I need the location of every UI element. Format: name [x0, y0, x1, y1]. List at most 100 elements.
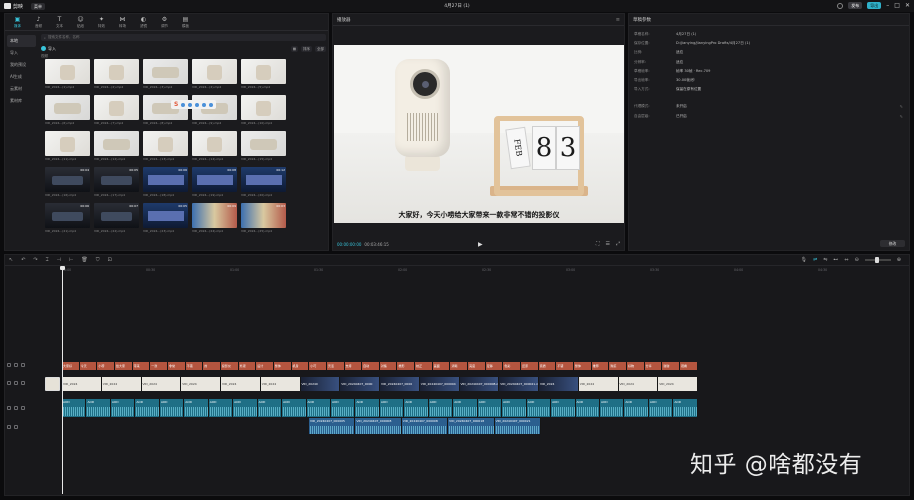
modify-button[interactable]: 修改	[880, 240, 905, 247]
subtitle-clip[interactable]: 音质	[538, 362, 557, 370]
media-item[interactable]: VID_2024...(13).mp4	[143, 131, 188, 164]
audio-clip[interactable]: AOD	[135, 399, 160, 417]
audio-clip[interactable]: AOD	[208, 399, 234, 417]
subtitle-clip[interactable]: 谢谢	[662, 362, 680, 370]
media-search-input[interactable]: ⌕ 搜索文件名称，名称	[41, 34, 326, 41]
tab-transition[interactable]: ⋈ 转场	[112, 14, 133, 30]
media-item[interactable]: VID_2024...(12).mp4	[94, 131, 139, 164]
audio-clip[interactable]: AOD	[379, 399, 405, 417]
audio-clip[interactable]: AOD	[502, 399, 527, 417]
subtitle-clip[interactable]: 给大家	[114, 362, 133, 370]
subtitle-clip[interactable]: 亮度	[468, 362, 486, 370]
edit-icon[interactable]: ✎	[900, 114, 903, 119]
export-button[interactable]: 导出	[867, 2, 882, 9]
sidebar-item[interactable]: 云素材	[5, 83, 38, 95]
crop-icon[interactable]: ⊡	[107, 257, 111, 263]
subtitle-clip[interactable]: 购买	[609, 362, 627, 370]
lock-icon[interactable]	[7, 363, 11, 367]
video-clip[interactable]: VID_20240	[300, 377, 341, 391]
delete-icon[interactable]: 🗑	[81, 257, 87, 263]
import-button[interactable]: 导入	[41, 46, 56, 52]
subtitle-clip[interactable]: 对焦	[379, 362, 398, 370]
microphone-icon[interactable]: 🎙	[801, 257, 807, 263]
subtitle-clip[interactable]: 不错	[185, 362, 204, 370]
audio-clip[interactable]: AOD	[257, 399, 283, 417]
tab-sticker[interactable]: ☺ 贴纸	[70, 14, 91, 30]
media-item[interactable]: VID_2024...(14).mp4	[192, 131, 237, 164]
subtitle-clip[interactable]: 投影仪	[220, 362, 239, 370]
help-icon[interactable]	[837, 2, 844, 9]
subtitle-clip[interactable]: 自动	[362, 362, 380, 370]
media-item[interactable]: VID_2024...(2).mp4	[94, 59, 139, 92]
audio-clip[interactable]: AOD	[86, 399, 111, 417]
subtitle-clip[interactable]: 设计	[256, 362, 274, 370]
more-menu-icon[interactable]: ≡	[616, 17, 620, 23]
audio-clip[interactable]: AOD	[624, 399, 649, 417]
video-clip[interactable]: VID_2024	[62, 377, 102, 391]
audio-clip[interactable]: AOD	[648, 399, 674, 417]
subtitle-clip[interactable]: 小唠	[97, 362, 115, 370]
media-item[interactable]: VID_2024...(15).mp4	[241, 131, 286, 164]
subtitle-clip[interactable]: 的	[203, 362, 221, 370]
audio-icon[interactable]	[21, 381, 25, 385]
video-clip[interactable]: VID_20240407_000004	[419, 377, 460, 391]
timeline-ruler[interactable]: 00:00 00:30 01:00 01:30 02:00 02:30 03:00 03:30…	[62, 267, 909, 275]
subtitle-clip[interactable]: 画面	[432, 362, 451, 370]
sidebar-item[interactable]: 我的预设	[5, 59, 38, 71]
audio-clip[interactable]: AOD	[233, 399, 258, 417]
subtitle-clip[interactable]: 灵活	[326, 362, 345, 370]
lock-icon[interactable]	[7, 406, 11, 410]
subtitle-clip[interactable]: 非常	[167, 362, 186, 370]
eye-icon[interactable]	[14, 381, 18, 385]
tab-filter[interactable]: ◐ 滤镜	[133, 14, 154, 30]
minimize-icon[interactable]: –	[886, 2, 889, 9]
video-clip[interactable]: VID_2024	[141, 377, 182, 391]
audio-clip[interactable]: AOD	[330, 399, 356, 417]
video-clip[interactable]: VID_2024	[181, 377, 221, 391]
lock-icon[interactable]	[7, 381, 11, 385]
eye-icon[interactable]	[14, 425, 18, 429]
video-clip[interactable]: VID_20240407_000008.mp4	[459, 377, 500, 391]
auto-snap-icon[interactable]: ⇋	[823, 257, 827, 263]
video-clip[interactable]: VID_20240407_0000	[380, 377, 420, 391]
media-item[interactable]: VID_2024...(3).mp4	[143, 59, 188, 92]
audio-clip[interactable]: VID_20240407_000018	[448, 418, 495, 434]
subtitle-clip[interactable]: 一款	[150, 362, 168, 370]
filter-button[interactable]: 全部	[315, 45, 326, 52]
sogou-input-toolbar[interactable]: S	[171, 100, 217, 109]
zoom-in-icon[interactable]: ⊕	[897, 257, 901, 263]
video-clip[interactable]: VID_2024	[101, 377, 142, 391]
sidebar-item[interactable]: AI生成	[5, 71, 38, 83]
subtitle-clip[interactable]: 好物	[627, 362, 645, 370]
split-left-icon[interactable]: ⊣	[57, 257, 61, 263]
subtitle-clip[interactable]: 不错	[556, 362, 575, 370]
audio-clip[interactable]: AOD	[477, 399, 503, 417]
subtitle-clip[interactable]: 校正	[415, 362, 433, 370]
media-item[interactable]: 00:07 VID_2024...(22).mp4	[94, 203, 139, 236]
redo-icon[interactable]: ↷	[33, 257, 37, 263]
fullscreen-crop-icon[interactable]: ⛶	[596, 241, 600, 247]
media-item[interactable]: 00:04 VID_2024...(16).mp4	[45, 167, 90, 200]
audio-icon[interactable]	[21, 363, 25, 367]
audio-clip[interactable]: AOD	[355, 399, 380, 417]
audio-clip[interactable]: AOD	[453, 399, 478, 417]
media-item[interactable]: 00:06 VID_2024...(21).mp4	[45, 203, 90, 236]
media-item[interactable]: VID_2024...(1).mp4	[45, 59, 90, 92]
media-item[interactable]: 00:03 VID_2024...(25).mp4	[241, 203, 286, 236]
media-item[interactable]: 00:05 VID_2024...(17).mp4	[94, 167, 139, 200]
media-item[interactable]: 00:08 VID_2024...(19).mp4	[192, 167, 237, 200]
subtitle-clip[interactable]: 色彩	[503, 362, 522, 370]
subtitle-clip[interactable]: 带来	[132, 362, 151, 370]
audio-clip[interactable]: VID_20240407_000008	[355, 418, 402, 434]
audio-clip[interactable]: AOD	[428, 399, 454, 417]
main-track-magnet-icon[interactable]: ⇌	[813, 257, 817, 263]
video-clip[interactable]: VID_2024	[578, 377, 619, 391]
tab-template[interactable]: ▤ 模板	[175, 14, 196, 30]
subtitle-clip[interactable]: 小巧	[309, 362, 327, 370]
audio-icon[interactable]	[21, 406, 25, 410]
media-item[interactable]: 00:05 VID_2024...(23).mp4	[143, 203, 188, 236]
media-item[interactable]: VID_2024...(10).mp4	[241, 95, 286, 128]
tab-media[interactable]: ▣ 媒体	[7, 14, 28, 30]
subtitle-clip[interactable]: 整体	[574, 362, 592, 370]
subtitle-clip[interactable]: 大家好	[62, 362, 80, 370]
